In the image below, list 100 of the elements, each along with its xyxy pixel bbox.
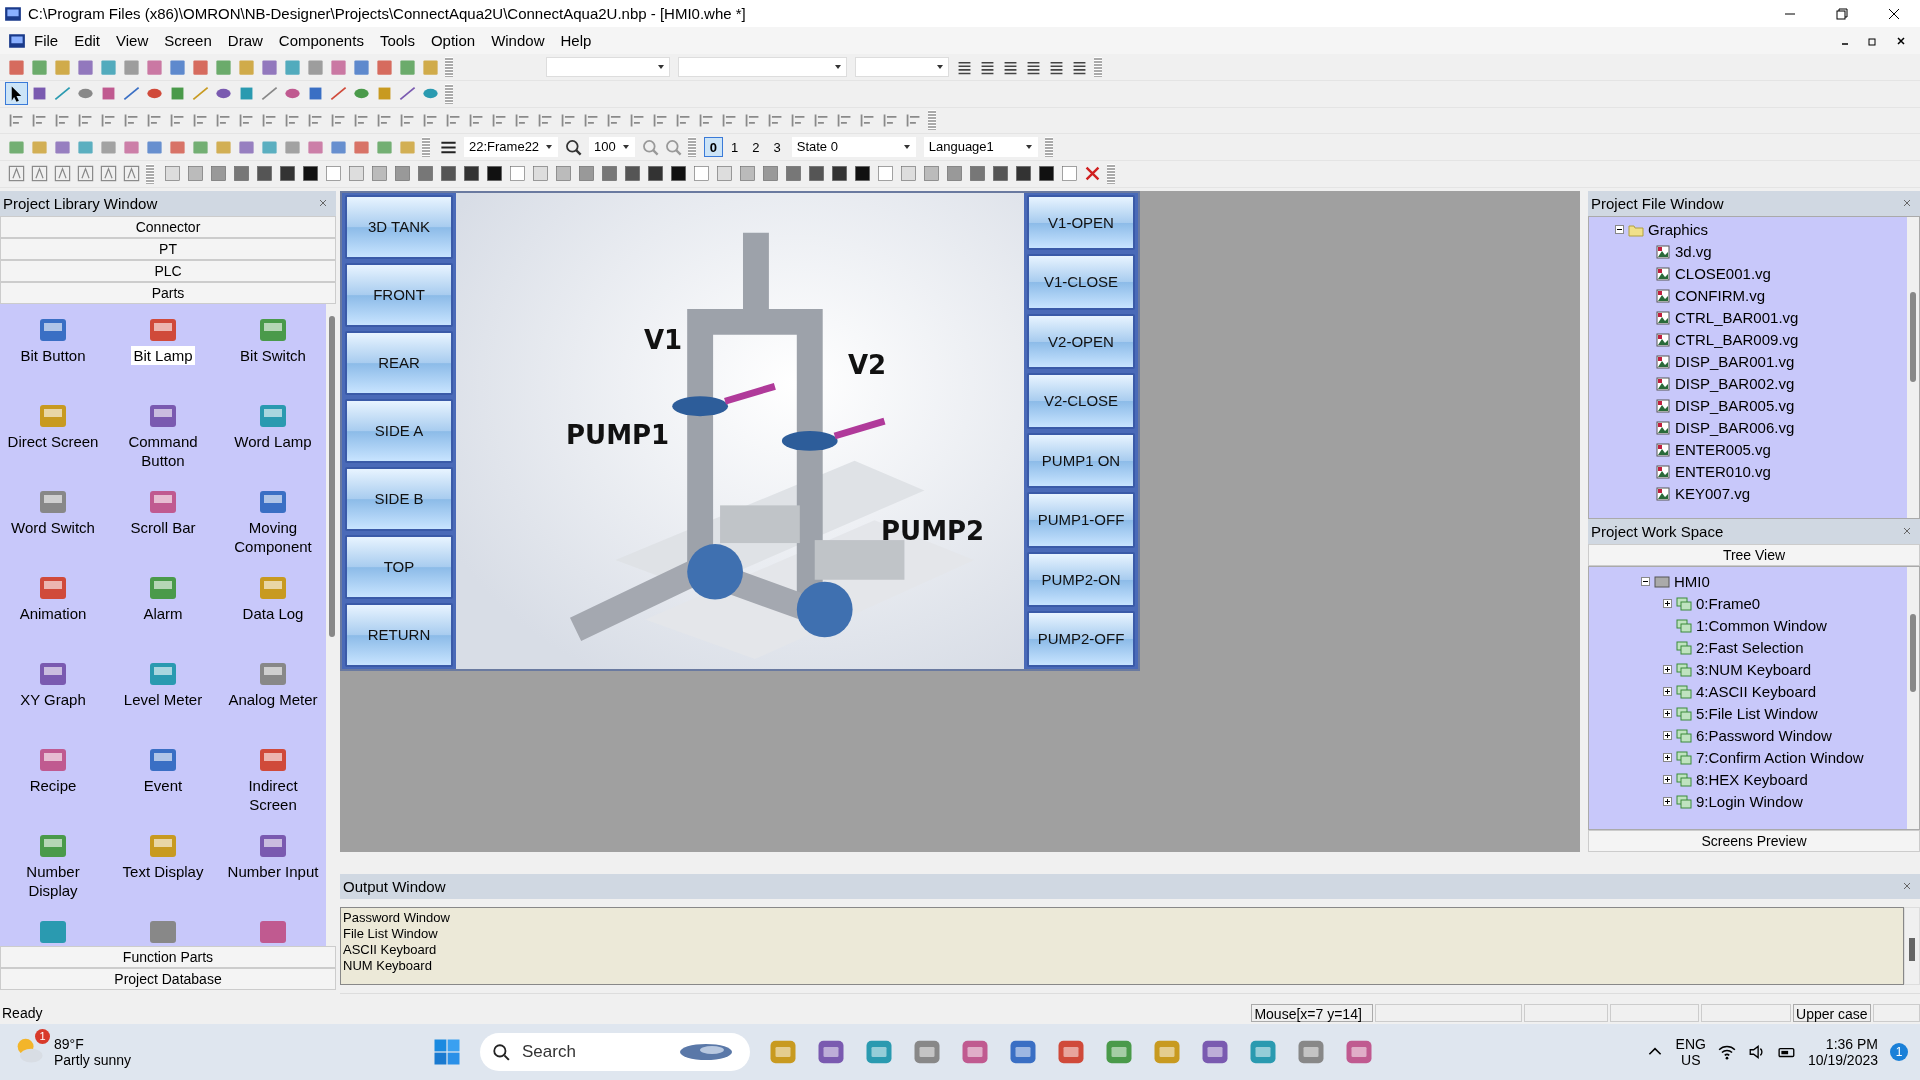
hmi-button[interactable]: SIDE B	[345, 466, 453, 531]
tree-item[interactable]: KEY007.vg	[1675, 485, 1751, 502]
expand-icon[interactable]	[1663, 665, 1672, 675]
hmi-button[interactable]: PUMP1 ON	[1027, 432, 1135, 488]
clock-time[interactable]: 1:36 PM	[1825, 1035, 1878, 1052]
notification-badge[interactable]: 1	[1890, 1042, 1908, 1061]
component-label[interactable]: Alarm	[141, 603, 185, 623]
scrollbar[interactable]	[326, 303, 336, 946]
state-button[interactable]: 0	[703, 137, 724, 157]
hmi-button[interactable]: REAR	[345, 330, 453, 395]
tree-item[interactable]: DISP_BAR001.vg	[1675, 353, 1795, 370]
component-label[interactable]: Direct Screen	[5, 431, 101, 451]
component-label[interactable]: Data Log	[240, 603, 306, 623]
tree-item[interactable]: CTRL_BAR001.vg	[1675, 309, 1799, 326]
input-language[interactable]: ENG	[1675, 1035, 1706, 1052]
toolbar-grip[interactable]	[422, 137, 430, 157]
menu-item[interactable]: Screen	[156, 32, 220, 50]
section-tab[interactable]: PLC	[0, 259, 336, 282]
component-label[interactable]: XY Graph	[18, 689, 88, 709]
tree-item[interactable]: 3d.vg	[1675, 243, 1712, 260]
component-label[interactable]: Event	[141, 775, 185, 795]
section-tab[interactable]: Connector	[0, 215, 336, 238]
component-label[interactable]: Indirect Screen	[221, 775, 325, 814]
collapse-icon[interactable]	[1641, 577, 1650, 587]
close-icon[interactable]	[1896, 35, 1906, 46]
toolbar-grip[interactable]	[928, 110, 936, 131]
tree-item[interactable]: 2:Fast Selection	[1696, 639, 1804, 657]
component-label[interactable]: Number Display	[1, 861, 105, 900]
section-tab[interactable]: Project Database	[0, 967, 336, 990]
tree-item[interactable]: ENTER005.vg	[1675, 441, 1771, 458]
hmi-button[interactable]: PUMP2-OFF	[1027, 611, 1135, 667]
tree-item[interactable]: 4:ASCII Keyboard	[1696, 683, 1817, 701]
component-label[interactable]: Analog Meter	[226, 689, 320, 709]
component-label[interactable]: Bit Switch	[238, 345, 308, 365]
component-label[interactable]: Word Switch	[9, 517, 97, 537]
component-label[interactable]: Command Button	[111, 431, 215, 470]
section-tab[interactable]: Function Parts	[0, 945, 336, 968]
menu-item[interactable]: Tools	[371, 32, 423, 50]
input-region[interactable]: US	[1681, 1051, 1701, 1068]
tree-item[interactable]: 1:Common Window	[1696, 617, 1827, 635]
hmi-button[interactable]: V2-CLOSE	[1027, 373, 1135, 429]
toolbar-grip[interactable]	[146, 163, 154, 184]
expand-icon[interactable]	[1663, 687, 1672, 697]
component-label[interactable]: Number Input	[225, 861, 321, 881]
toolbar-grip[interactable]	[445, 83, 453, 104]
restore-icon[interactable]	[1868, 35, 1878, 46]
menu-item[interactable]: Option	[422, 32, 484, 50]
tree-view-tab[interactable]: Tree View	[1588, 543, 1920, 566]
scrollbar[interactable]	[1907, 216, 1919, 518]
scrollbar[interactable]	[1907, 566, 1919, 829]
pointer-icon[interactable]	[6, 83, 27, 105]
hmi-button[interactable]: PUMP2-ON	[1027, 551, 1135, 607]
section-tab[interactable]: PT	[0, 237, 336, 260]
menu-item[interactable]: Edit	[66, 32, 109, 50]
restore-icon[interactable]	[1836, 7, 1848, 20]
component-label[interactable]: Bit Lamp	[131, 345, 195, 365]
hmi-button[interactable]: RETURN	[345, 602, 453, 667]
state-button[interactable]: 2	[746, 137, 766, 157]
tree-item[interactable]: DISP_BAR005.vg	[1675, 397, 1795, 414]
toolbar-grip[interactable]	[1044, 137, 1053, 157]
collapse-icon[interactable]	[1615, 225, 1624, 234]
state-button[interactable]: 1	[725, 137, 745, 157]
toolbar-grip[interactable]	[1094, 57, 1102, 78]
clock-date[interactable]: 10/19/2023	[1807, 1051, 1878, 1068]
component-label[interactable]: Animation	[17, 603, 89, 623]
expand-icon[interactable]	[1663, 775, 1672, 785]
tree-item[interactable]: DISP_BAR006.vg	[1675, 419, 1795, 436]
tree-item[interactable]: 8:HEX Keyboard	[1696, 771, 1808, 789]
tree-item[interactable]: DISP_BAR002.vg	[1675, 375, 1795, 392]
hmi-button[interactable]: FRONT	[345, 262, 453, 327]
component-label[interactable]: Bit Button	[18, 345, 88, 365]
expand-icon[interactable]	[1663, 731, 1672, 741]
component-label[interactable]: Moving Component	[221, 517, 325, 556]
expand-icon[interactable]	[1663, 797, 1672, 807]
hmi-button[interactable]: V1-CLOSE	[1027, 254, 1135, 310]
component-label[interactable]: Level Meter	[121, 689, 205, 709]
tree-item[interactable]: ENTER010.vg	[1675, 463, 1771, 480]
menu-item[interactable]: Window	[483, 32, 553, 50]
section-tab[interactable]: Parts	[0, 281, 336, 304]
tree-item[interactable]: CLOSE001.vg	[1675, 265, 1771, 282]
hmi-button[interactable]: V1-OPEN	[1027, 194, 1135, 250]
screens-preview-tab[interactable]: Screens Preview	[1588, 829, 1920, 852]
menu-item[interactable]: Draw	[219, 32, 271, 50]
component-label[interactable]: Recipe	[27, 775, 79, 795]
menu-item[interactable]: File	[26, 32, 67, 50]
zoom-dropdown[interactable]: 100	[589, 137, 635, 157]
tree-item[interactable]: Graphics	[1648, 221, 1709, 238]
tree-item[interactable]: CTRL_BAR009.vg	[1675, 331, 1799, 348]
language-dropdown[interactable]: Language1	[923, 137, 1038, 157]
component-label[interactable]: Text Display	[120, 861, 206, 881]
component-label[interactable]: Word Lamp	[232, 431, 314, 451]
hmi-button[interactable]: V2-OPEN	[1027, 313, 1135, 369]
expand-icon[interactable]	[1663, 709, 1672, 719]
tree-item[interactable]: 3:NUM Keyboard	[1696, 661, 1812, 679]
tree-item[interactable]: 6:Password Window	[1696, 727, 1832, 745]
menu-item[interactable]: Help	[552, 32, 600, 50]
expand-icon[interactable]	[1663, 599, 1672, 609]
tree-item[interactable]: 7:Confirm Action Window	[1696, 749, 1864, 767]
hmi-button[interactable]: 3D TANK	[345, 194, 453, 259]
component-label[interactable]: Scroll Bar	[128, 517, 198, 537]
